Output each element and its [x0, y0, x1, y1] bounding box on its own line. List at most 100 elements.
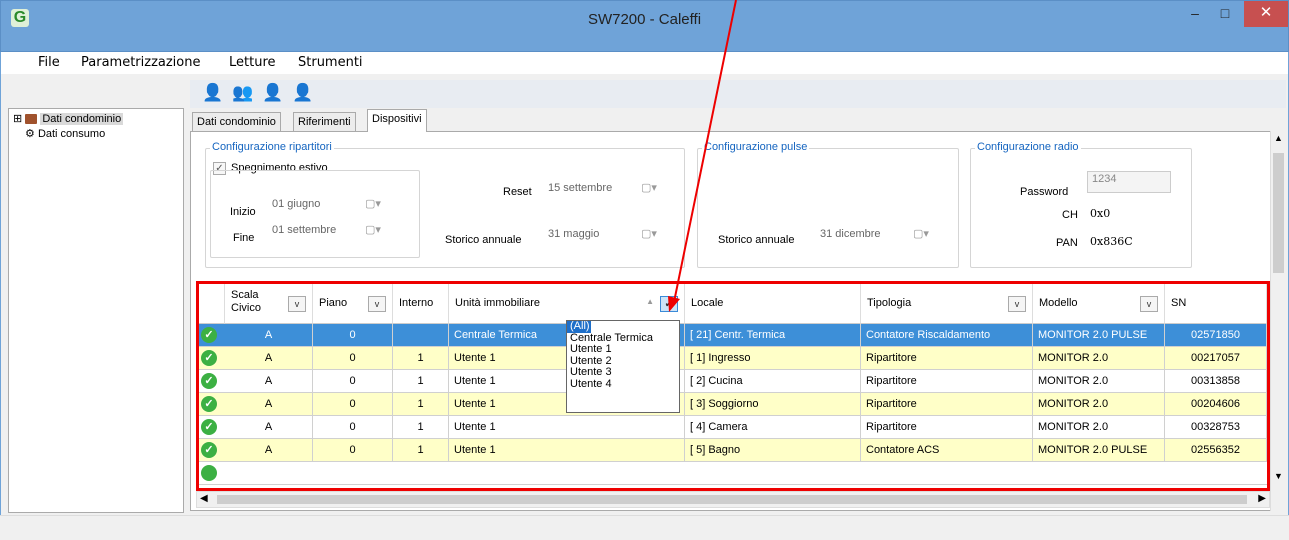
cell-piano: 0	[313, 324, 393, 347]
tab-riferimenti[interactable]: Riferimenti	[293, 112, 356, 132]
header-modello[interactable]: Modello v	[1033, 284, 1165, 324]
filter-option[interactable]: Utente 4	[567, 378, 679, 391]
scroll-up-icon[interactable]: ▲	[1274, 133, 1283, 143]
users-icon[interactable]: 👥	[232, 83, 254, 105]
header-locale[interactable]: Locale	[685, 284, 861, 324]
cell-locale: [ 1] Ingresso	[685, 347, 861, 370]
ok-status-icon: ✓	[201, 419, 217, 435]
table-row[interactable]: ✓ A 0 1 Utente 1[ 4] Camera Ripartitore MONITO…	[199, 416, 1267, 439]
ok-status-icon: ✓	[201, 373, 217, 389]
table-row[interactable]: ✓ A 0 1 Utente 1[ 2] Cucina Ripartitore MONITO…	[199, 370, 1267, 393]
user-arrow-icon[interactable]: 👤	[262, 83, 284, 105]
tab-dispositivi[interactable]: Dispositivi	[367, 109, 427, 132]
ok-status-icon	[201, 465, 217, 481]
menu-letture[interactable]: Letture	[229, 55, 276, 70]
menu-strumenti[interactable]: Strumenti	[298, 55, 363, 70]
cell-scala: A	[225, 324, 313, 347]
cell-sn: 00217057	[1165, 347, 1267, 370]
pan-label: PAN	[1056, 237, 1078, 249]
reset-label: Reset	[503, 186, 532, 198]
scroll-left-icon[interactable]: ◀	[200, 493, 208, 504]
menu-parametrizzazione[interactable]: Parametrizzazione	[81, 55, 201, 70]
filter-dropdown-icon[interactable]: v	[1140, 296, 1158, 312]
header-sn[interactable]: SN	[1165, 284, 1267, 324]
tree-item-label: Dati condominio	[40, 113, 124, 125]
table-row[interactable]: ✓ A 0 1 Utente 1 [ 1] Ingresso Ripartitore MONI…	[199, 347, 1267, 370]
cell-sn: 02571850	[1165, 324, 1267, 347]
filter-dropdown-icon[interactable]: v	[1008, 296, 1026, 312]
header-unita[interactable]: Unità immobiliare ▲ ✓	[449, 284, 685, 324]
cell-modello: MONITOR 2.0	[1033, 393, 1165, 416]
cell-interno: 1	[393, 370, 449, 393]
table-row[interactable]: ✓ A 0 1 Utente 1[ 3] Soggiorno Ripartitore MON…	[199, 393, 1267, 416]
calendar-dropdown-icon[interactable]: ▢▾	[913, 227, 929, 247]
status-bar	[0, 515, 1289, 540]
cell-sn: 02556352	[1165, 439, 1267, 462]
filter-popup[interactable]: (All) Centrale Termica Utente 1 Utente 2 Ute…	[566, 320, 680, 413]
cell-piano: 0	[313, 370, 393, 393]
header-label: Interno	[399, 297, 434, 309]
header-interno[interactable]: Interno	[393, 284, 449, 324]
table-row[interactable]: ✓ A 0 Centrale Termica[ 21] Centr. Termica C…	[199, 324, 1267, 347]
header-tipologia[interactable]: Tipologia v	[861, 284, 1033, 324]
cell-modello: MONITOR 2.0	[1033, 416, 1165, 439]
add-user-icon[interactable]: 👤	[202, 83, 224, 105]
toolbar: 👤 👥 👤 👤	[190, 80, 1286, 108]
cell-tipologia: Contatore Riscaldamento	[861, 324, 1033, 347]
cell-modello: MONITOR 2.0 PULSE	[1033, 439, 1165, 462]
table-row-partial[interactable]	[199, 462, 1267, 485]
ch-label: CH	[1062, 209, 1078, 221]
expand-icon[interactable]: ⊞	[13, 113, 22, 125]
filter-dropdown-icon[interactable]: v	[288, 296, 306, 312]
calendar-dropdown-icon[interactable]: ▢▾	[365, 197, 381, 217]
filter-option[interactable]: (All)	[567, 321, 591, 333]
menu-file[interactable]: File	[38, 55, 60, 70]
navigation-tree: ⊞ Dati condominio ⚙ Dati consumo	[8, 108, 184, 513]
cell-sn: 00204606	[1165, 393, 1267, 416]
scroll-thumb[interactable]	[1273, 153, 1284, 273]
maximize-button[interactable]: □	[1211, 1, 1239, 27]
tree-item-dati-consumo[interactable]: ⚙ Dati consumo	[25, 127, 105, 140]
calendar-dropdown-icon[interactable]: ▢▾	[365, 223, 381, 243]
filter-option[interactable]: Utente 1	[567, 344, 679, 356]
table-row[interactable]: ✓ A 0 1 Utente 1[ 5] Bagno Contatore ACS MONIT…	[199, 439, 1267, 462]
cell-tipologia: Ripartitore	[861, 393, 1033, 416]
fine-label: Fine	[233, 232, 255, 244]
filter-option[interactable]: Utente 3	[567, 367, 679, 379]
header-piano[interactable]: Piano v	[313, 284, 393, 324]
cell-locale: [ 2] Cucina	[685, 370, 861, 393]
scroll-right-icon[interactable]: ▶	[1258, 493, 1266, 504]
header-label: Piano	[319, 297, 348, 309]
calendar-dropdown-icon[interactable]: ▢▾	[641, 181, 657, 201]
scroll-thumb-h[interactable]	[217, 495, 1247, 504]
minimize-button[interactable]: –	[1181, 1, 1209, 27]
cell-scala: A	[225, 416, 313, 439]
cell-interno: 1	[393, 393, 449, 416]
tab-dati-condominio[interactable]: Dati condominio	[192, 112, 281, 132]
close-button[interactable]: ✕	[1244, 1, 1288, 27]
horizontal-scrollbar[interactable]: ◀ ▶	[196, 491, 1270, 508]
legend-radio: Configurazione radio	[975, 141, 1081, 153]
storico-label: Storico annuale	[445, 234, 522, 246]
cell-modello: MONITOR 2.0	[1033, 347, 1165, 370]
cell-interno: 1	[393, 347, 449, 370]
calendar-dropdown-icon[interactable]: ▢▾	[641, 227, 657, 247]
group-pulse: Configurazione pulse	[697, 141, 959, 268]
cell-tipologia: Contatore ACS	[861, 439, 1033, 462]
cell-locale: [ 3] Soggiorno	[685, 393, 861, 416]
cell-scala: A	[225, 370, 313, 393]
user-remove-icon[interactable]: 👤	[292, 83, 314, 105]
pan-value: 0x836C	[1090, 235, 1133, 248]
tree-item-dati-condominio[interactable]: ⊞ Dati condominio	[13, 112, 124, 125]
cell-locale: [ 21] Centr. Termica	[685, 324, 861, 347]
vertical-scrollbar[interactable]: ▲ ▼	[1270, 131, 1286, 511]
cell-scala: A	[225, 393, 313, 416]
header-scala[interactable]: Scala Civico v	[225, 284, 313, 324]
password-input[interactable]: 1234	[1087, 171, 1171, 193]
tree-item-label: Dati consumo	[37, 128, 106, 140]
filter-dropdown-icon[interactable]: ✓	[660, 296, 678, 312]
scroll-down-icon[interactable]: ▼	[1274, 471, 1283, 481]
header-label: Scala Civico	[231, 289, 261, 314]
filter-dropdown-icon[interactable]: v	[368, 296, 386, 312]
password-label: Password	[1020, 186, 1069, 198]
